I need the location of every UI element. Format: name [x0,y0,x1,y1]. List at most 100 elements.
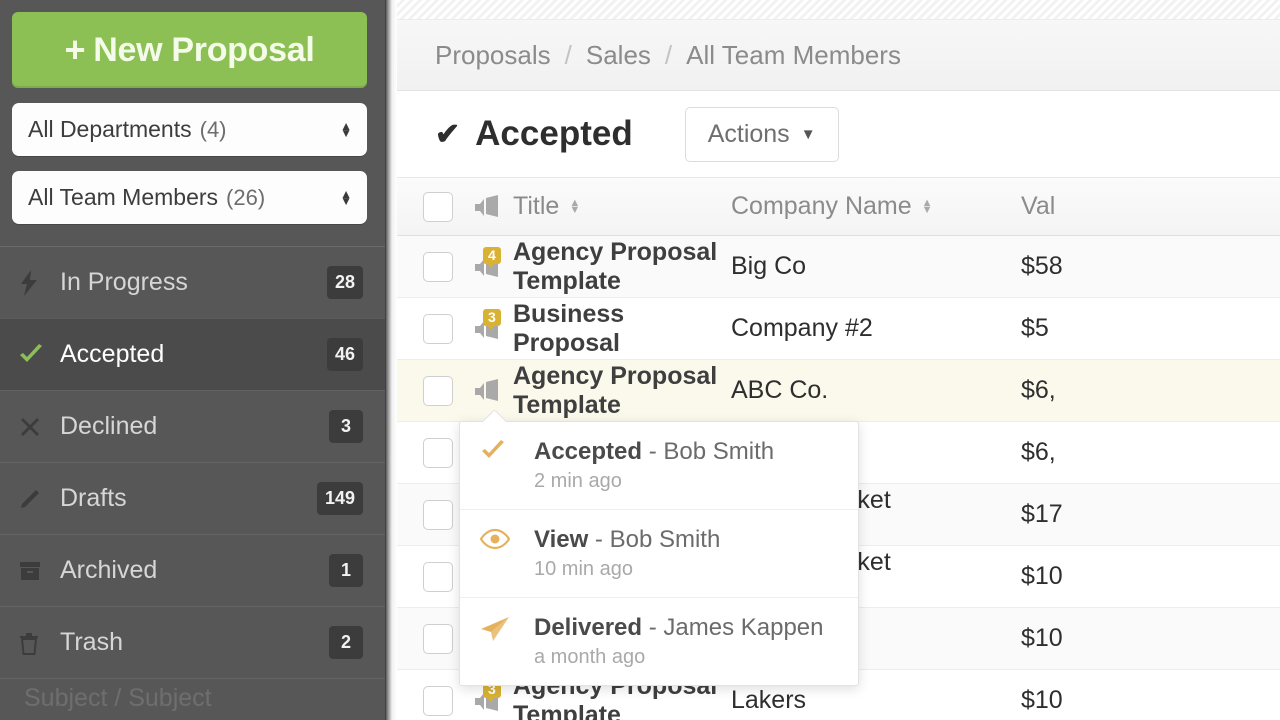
sort-icon[interactable]: ▲▼ [922,200,933,214]
column-header-company[interactable]: Company Name ▲▼ [731,192,1021,221]
sidebar-item-in-progress[interactable]: In Progress28 [0,246,385,318]
activity-dash: - [642,614,663,641]
row-checkbox[interactable] [423,252,453,282]
breadcrumb-separator: / [565,40,572,71]
activity-dash: - [642,438,663,465]
breadcrumb: Proposals / Sales / All Team Members [397,20,1280,91]
breadcrumb-separator: / [665,40,672,71]
chevron-updown-icon: ▲▼ [340,191,352,205]
sidebar-item-badge: 149 [317,482,363,515]
megaphone-icon[interactable]: 3 [472,688,502,714]
row-company-cell: Lakers [731,686,1021,715]
breadcrumb-item-3: All Team Members [686,40,901,71]
sidebar-item-partial[interactable]: Subject / Subject [0,678,385,718]
megaphone-count-badge: 3 [483,309,501,326]
activity-person: Bob Smith [610,526,721,553]
sidebar-item-badge: 46 [327,338,363,371]
row-company-cell: Big Co [731,252,1021,281]
activity-popup-line: Delivered - James Kappen [534,614,824,641]
table-row[interactable]: Agency Proposal TemplateABC Co.$6, [397,360,1280,422]
row-value-cell: $5 [1021,314,1280,343]
activity-person: James Kappen [663,614,823,641]
sidebar-item-badge: 1 [329,554,363,587]
activity-popup-text: Accepted - Bob Smith2 min ago [534,438,774,493]
sidebar-item-archived[interactable]: Archived1 [0,534,385,606]
pencil-icon [18,487,54,511]
activity-time: 10 min ago [534,558,720,581]
bolt-icon [18,270,54,296]
row-checkbox[interactable] [423,500,453,530]
sidebar-item-trash[interactable]: Trash2 [0,606,385,678]
sidebar-item-drafts[interactable]: Drafts149 [0,462,385,534]
archive-icon [18,560,54,582]
column-header-value[interactable]: Val [1021,192,1280,221]
row-title-text: Agency Proposal Template [513,362,731,420]
row-value-cell: $17 [1021,500,1280,529]
sidebar-item-badge: 3 [329,410,363,443]
megaphone-icon[interactable]: 4 [472,254,502,280]
select-all-checkbox[interactable] [423,192,453,222]
table-row[interactable]: 3Business ProposalCompany #2$5 [397,298,1280,360]
top-texture-strip [397,0,1280,20]
row-checkbox[interactable] [423,376,453,406]
row-checkbox[interactable] [423,624,453,654]
eye-icon [480,526,534,550]
activity-popup-text: Delivered - James Kappena month ago [534,614,824,669]
actions-button-label: Actions [708,120,790,149]
sidebar-item-accepted[interactable]: Accepted46 [0,318,385,390]
activity-action: Accepted [534,438,642,465]
row-title-cell[interactable]: 4 Agency Proposal Template [453,238,731,296]
sidebar-nav: In Progress28Accepted46Declined3Drafts14… [0,246,385,678]
sidebar-divider-shadow [385,0,397,720]
check-icon: ✔ [435,117,460,152]
sidebar-item-declined[interactable]: Declined3 [0,390,385,462]
sidebar-item-label: Archived [54,556,329,585]
activity-popup-list: Accepted - Bob Smith2 min agoView - Bob … [460,422,858,685]
column-header-title[interactable]: Title ▲▼ [453,192,731,221]
row-checkbox[interactable] [423,438,453,468]
x-icon [18,415,54,439]
row-value-cell: $10 [1021,686,1280,715]
sort-icon[interactable]: ▲▼ [569,200,580,214]
departments-select[interactable]: All Departments (4) ▲▼ [12,103,367,156]
check-icon [18,344,54,366]
paper-plane-icon [480,614,534,642]
row-value-cell: $10 [1021,624,1280,653]
actions-button[interactable]: Actions ▼ [685,107,839,162]
breadcrumb-item-1[interactable]: Proposals [435,40,551,71]
breadcrumb-item-2[interactable]: Sales [586,40,651,71]
row-value-cell: $6, [1021,438,1280,467]
page-header: ✔ Accepted Actions ▼ [397,91,1280,178]
sidebar-item-label: Trash [54,628,329,657]
column-header-title-label: Title [513,192,559,221]
new-proposal-button[interactable]: + New Proposal [12,12,367,88]
row-checkbox[interactable] [423,562,453,592]
trash-icon [18,631,54,655]
activity-action: View [534,526,588,553]
chevron-updown-icon: ▲▼ [340,123,352,137]
row-company-cell: Company #2 [731,314,1021,343]
sidebar-item-badge: 2 [329,626,363,659]
row-title-text: Agency Proposal Template [513,238,731,296]
table-row[interactable]: 4Agency Proposal TemplateBig Co$58 [397,236,1280,298]
activity-time: 2 min ago [534,470,774,493]
row-checkbox[interactable] [423,686,453,716]
row-checkbox[interactable] [423,314,453,344]
team-members-select[interactable]: All Team Members (26) ▲▼ [12,171,367,224]
activity-action: Delivered [534,614,642,641]
activity-popup-item: View - Bob Smith 10 min ago [460,510,858,598]
megaphone-icon[interactable]: 3 [472,316,502,342]
row-title-cell[interactable]: 3Business Proposal [453,300,731,358]
activity-popup-line: View - Bob Smith [534,526,720,553]
megaphone-icon[interactable] [472,378,502,404]
activity-popup: Accepted - Bob Smith2 min agoView - Bob … [459,421,859,686]
sidebar-item-badge: 28 [327,266,363,299]
page-title: ✔ Accepted [435,114,633,154]
popup-arrow [483,410,507,422]
chevron-down-icon: ▼ [801,126,816,143]
page-title-text: Accepted [475,114,633,154]
sidebar-item-label: Declined [54,412,329,441]
row-company-cell: ABC Co. [731,376,1021,405]
sidebar-item-label: In Progress [54,268,327,297]
activity-popup-text: View - Bob Smith 10 min ago [534,526,720,581]
